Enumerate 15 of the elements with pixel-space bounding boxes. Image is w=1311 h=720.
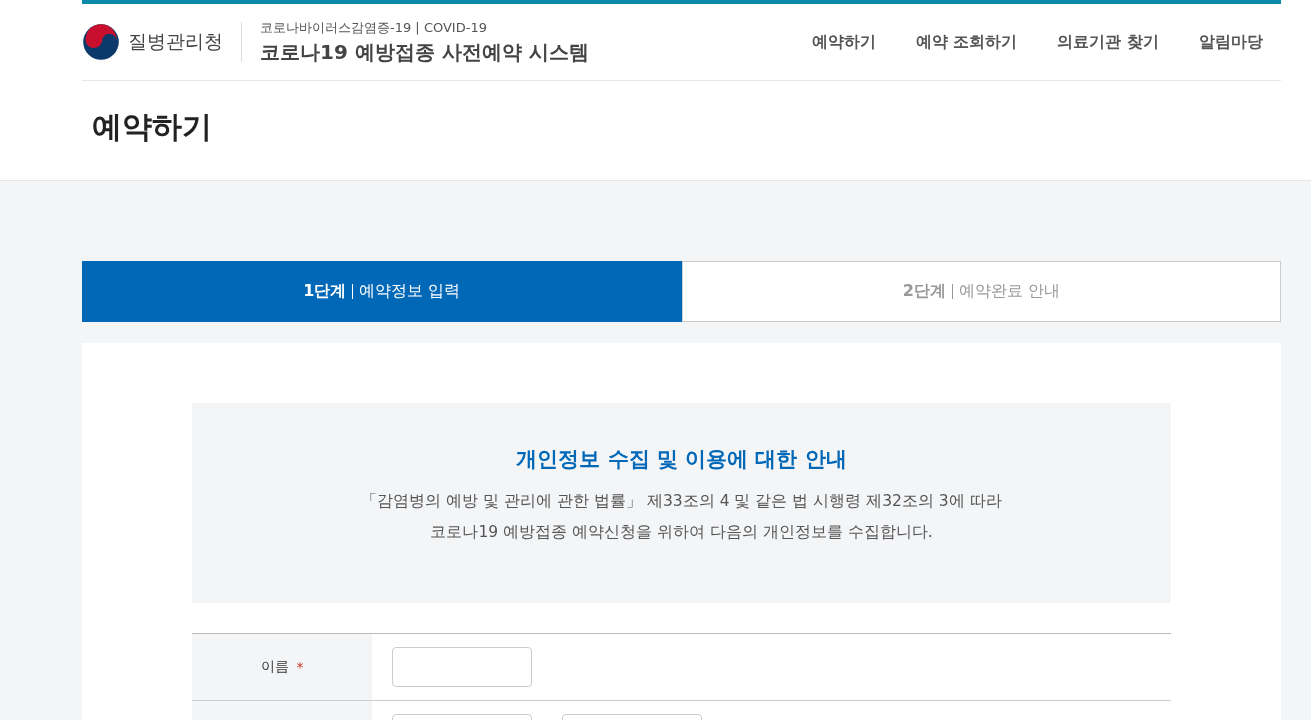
required-mark: * xyxy=(296,659,304,675)
nav-link[interactable]: 알림마당 xyxy=(1199,31,1263,53)
site-subtitle: 코로나바이러스감염증-19 | COVID-19 xyxy=(260,18,488,37)
field-label: 이름 xyxy=(260,658,289,676)
notice-text: 코로나19 예방접종 예약신청을 위하여 다음의 개인정보를 수집합니다. xyxy=(430,522,933,543)
agency-name: 질병관리청 xyxy=(128,29,223,54)
page-title: 예약하기 xyxy=(91,108,213,146)
notice-title: 개인정보 수집 및 이용에 대한 안내 xyxy=(516,446,847,473)
nav-link[interactable]: 예약하기 xyxy=(811,31,876,53)
input-field[interactable] xyxy=(392,647,532,687)
site-title: 코로나19 예방접종 사전예약 시스템 xyxy=(260,38,589,66)
nav-link[interactable]: 의료기관 찾기 xyxy=(1057,31,1159,53)
nav-link[interactable]: 예약 조회하기 xyxy=(915,31,1018,53)
logo-icon xyxy=(82,23,120,61)
notice-text: 「감염병의 예방 및 관리에 관한 법률」 제33조의 4 및 같은 법 시행령 제32조의 3에 따라 xyxy=(361,491,1002,512)
